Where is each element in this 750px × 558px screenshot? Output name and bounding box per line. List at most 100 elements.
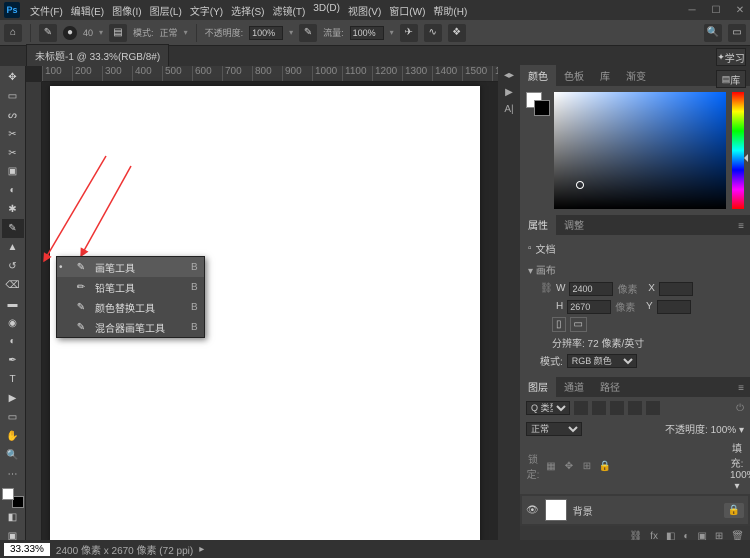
filter-adjust-icon[interactable] — [592, 401, 606, 415]
lasso-tool[interactable]: ᔕ — [2, 106, 24, 125]
hue-slider[interactable] — [732, 92, 744, 209]
flyout-pencil[interactable]: ✏ 铅笔工具 B — [57, 277, 204, 297]
zoom-tool[interactable]: 🔍 — [2, 446, 24, 465]
move-tool[interactable]: ✥ — [2, 68, 24, 87]
brush-settings-icon[interactable]: ▤ — [109, 24, 127, 42]
history-panel-icon[interactable]: ▶ — [505, 87, 513, 98]
path-select-tool[interactable]: ▶ — [2, 389, 24, 408]
filter-pixel-icon[interactable] — [574, 401, 588, 415]
search-icon[interactable]: 🔍 — [704, 24, 722, 42]
foreground-swatch[interactable] — [2, 488, 14, 500]
eyedropper-tool[interactable]: ◐ — [2, 181, 24, 200]
window-close[interactable]: ✕ — [734, 5, 746, 16]
panel-menu-icon[interactable]: ≡ — [732, 218, 750, 235]
brush-tool-icon[interactable]: ✎ — [39, 24, 57, 42]
menu-view[interactable]: 视图(V) — [344, 1, 385, 20]
tab-paths[interactable]: 路径 — [592, 376, 628, 397]
menu-window[interactable]: 窗口(W) — [385, 1, 429, 20]
opacity-input[interactable] — [249, 26, 283, 40]
lock-all-icon[interactable]: 🔒 — [598, 461, 612, 472]
panel-menu-icon[interactable]: ≡ — [732, 380, 750, 397]
layer-row-background[interactable]: 👁 背景 🔒 — [522, 496, 748, 524]
workspace-icon[interactable]: ▭ — [728, 24, 746, 42]
hand-tool[interactable]: ✋ — [2, 427, 24, 446]
menu-3d[interactable]: 3D(D) — [309, 1, 344, 20]
flyout-mixer-brush[interactable]: ✎ 混合器画笔工具 B — [57, 317, 204, 337]
tab-lib[interactable]: 库 — [592, 65, 618, 86]
filter-type-icon[interactable] — [610, 401, 624, 415]
flow-input[interactable] — [350, 26, 384, 40]
history-brush-tool[interactable]: ↺ — [2, 257, 24, 276]
quick-mask[interactable]: ◧ — [2, 508, 24, 527]
brush-tool[interactable]: ✎ — [2, 219, 24, 238]
menu-image[interactable]: 图像(I) — [108, 1, 145, 20]
tab-adjust[interactable]: 调整 — [556, 214, 592, 235]
stamp-tool[interactable]: ▲ — [2, 238, 24, 257]
mode-value[interactable]: 正常 — [160, 26, 178, 39]
color-swatches[interactable] — [2, 488, 24, 509]
crop-tool[interactable]: ✂ — [2, 144, 24, 163]
healing-tool[interactable]: ✱ — [2, 200, 24, 219]
tab-swatch[interactable]: 色板 — [556, 65, 592, 86]
window-minimize[interactable]: ─ — [686, 5, 698, 16]
blur-tool[interactable]: ◉ — [2, 314, 24, 333]
airbrush-icon[interactable]: ✈ — [400, 24, 418, 42]
filter-toggle[interactable]: ⏻ — [736, 403, 744, 414]
orientation-portrait-icon[interactable]: ▯ — [552, 317, 566, 332]
canvas-width-input[interactable] — [569, 282, 613, 296]
menu-edit[interactable]: 编辑(E) — [67, 1, 108, 20]
menu-help[interactable]: 帮助(H) — [429, 1, 471, 20]
eraser-tool[interactable]: ⌫ — [2, 276, 24, 295]
panel-bg-swatch[interactable] — [534, 100, 550, 116]
shape-tool[interactable]: ▭ — [2, 408, 24, 427]
library-button[interactable]: ▤ 库 — [716, 70, 746, 88]
tab-color[interactable]: 颜色 — [520, 65, 556, 86]
gradient-tool[interactable]: ▬ — [2, 295, 24, 314]
flyout-color-replace[interactable]: ✎ 颜色替换工具 B — [57, 297, 204, 317]
tab-channels[interactable]: 通道 — [556, 376, 592, 397]
panel-collapse-icon[interactable]: ◂▸ — [504, 70, 514, 81]
symmetry-icon[interactable]: ❖ — [448, 24, 466, 42]
frame-tool[interactable]: ▣ — [2, 162, 24, 181]
filter-shape-icon[interactable] — [628, 401, 642, 415]
tab-properties[interactable]: 属性 — [520, 214, 556, 235]
learn-button[interactable]: ✦ 学习 — [716, 48, 746, 66]
layer-name[interactable]: 背景 — [573, 503, 593, 518]
tab-grad[interactable]: 渐变 — [618, 65, 654, 86]
brush-picker-chevron[interactable]: ▾ — [99, 28, 103, 37]
canvas-y-input[interactable] — [657, 300, 691, 314]
home-icon[interactable]: ⌂ — [4, 24, 22, 42]
menu-filter[interactable]: 滤镜(T) — [269, 1, 310, 20]
layer-opacity[interactable]: 100% — [711, 425, 737, 436]
color-field[interactable] — [554, 92, 726, 209]
type-tool[interactable]: T — [2, 370, 24, 389]
window-maximize[interactable]: ☐ — [710, 5, 722, 16]
flyout-brush[interactable]: •✎ 画笔工具 B — [57, 257, 204, 277]
brush-preset-icon[interactable]: ● — [63, 26, 77, 40]
pen-tool[interactable]: ✒ — [2, 351, 24, 370]
tab-layers[interactable]: 图层 — [520, 376, 556, 397]
color-mode-select[interactable]: RGB 颜色 — [567, 354, 637, 368]
orientation-landscape-icon[interactable]: ▭ — [570, 317, 587, 332]
layer-filter-select[interactable]: Q 类型 — [526, 401, 570, 415]
layer-thumbnail[interactable] — [545, 499, 567, 521]
dodge-tool[interactable]: ◐ — [2, 332, 24, 351]
zoom-level[interactable]: 33.33% — [4, 543, 50, 556]
menu-layer[interactable]: 图层(L) — [146, 1, 186, 20]
canvas-height-input[interactable] — [567, 300, 611, 314]
menu-select[interactable]: 选择(S) — [227, 1, 268, 20]
link-icon[interactable]: ⛓ — [540, 283, 552, 294]
visibility-icon[interactable]: 👁 — [526, 505, 539, 516]
smoothing-icon[interactable]: ∿ — [424, 24, 442, 42]
lock-artboard-icon[interactable]: ⊞ — [580, 461, 594, 472]
lock-icon[interactable]: 🔒 — [724, 503, 744, 518]
layer-fill[interactable]: 100% — [730, 470, 750, 481]
menu-file[interactable]: 文件(F) — [26, 1, 67, 20]
document-tab[interactable]: 未标题-1 @ 33.3%(RGB/8#) — [26, 44, 169, 66]
blend-mode-select[interactable]: 正常 — [526, 422, 582, 436]
quick-select-tool[interactable]: ✂ — [2, 125, 24, 144]
pressure-opacity-icon[interactable]: ✎ — [299, 24, 317, 42]
filter-smart-icon[interactable] — [646, 401, 660, 415]
lock-pixels-icon[interactable]: ▦ — [544, 461, 558, 472]
menu-type[interactable]: 文字(Y) — [186, 1, 227, 20]
